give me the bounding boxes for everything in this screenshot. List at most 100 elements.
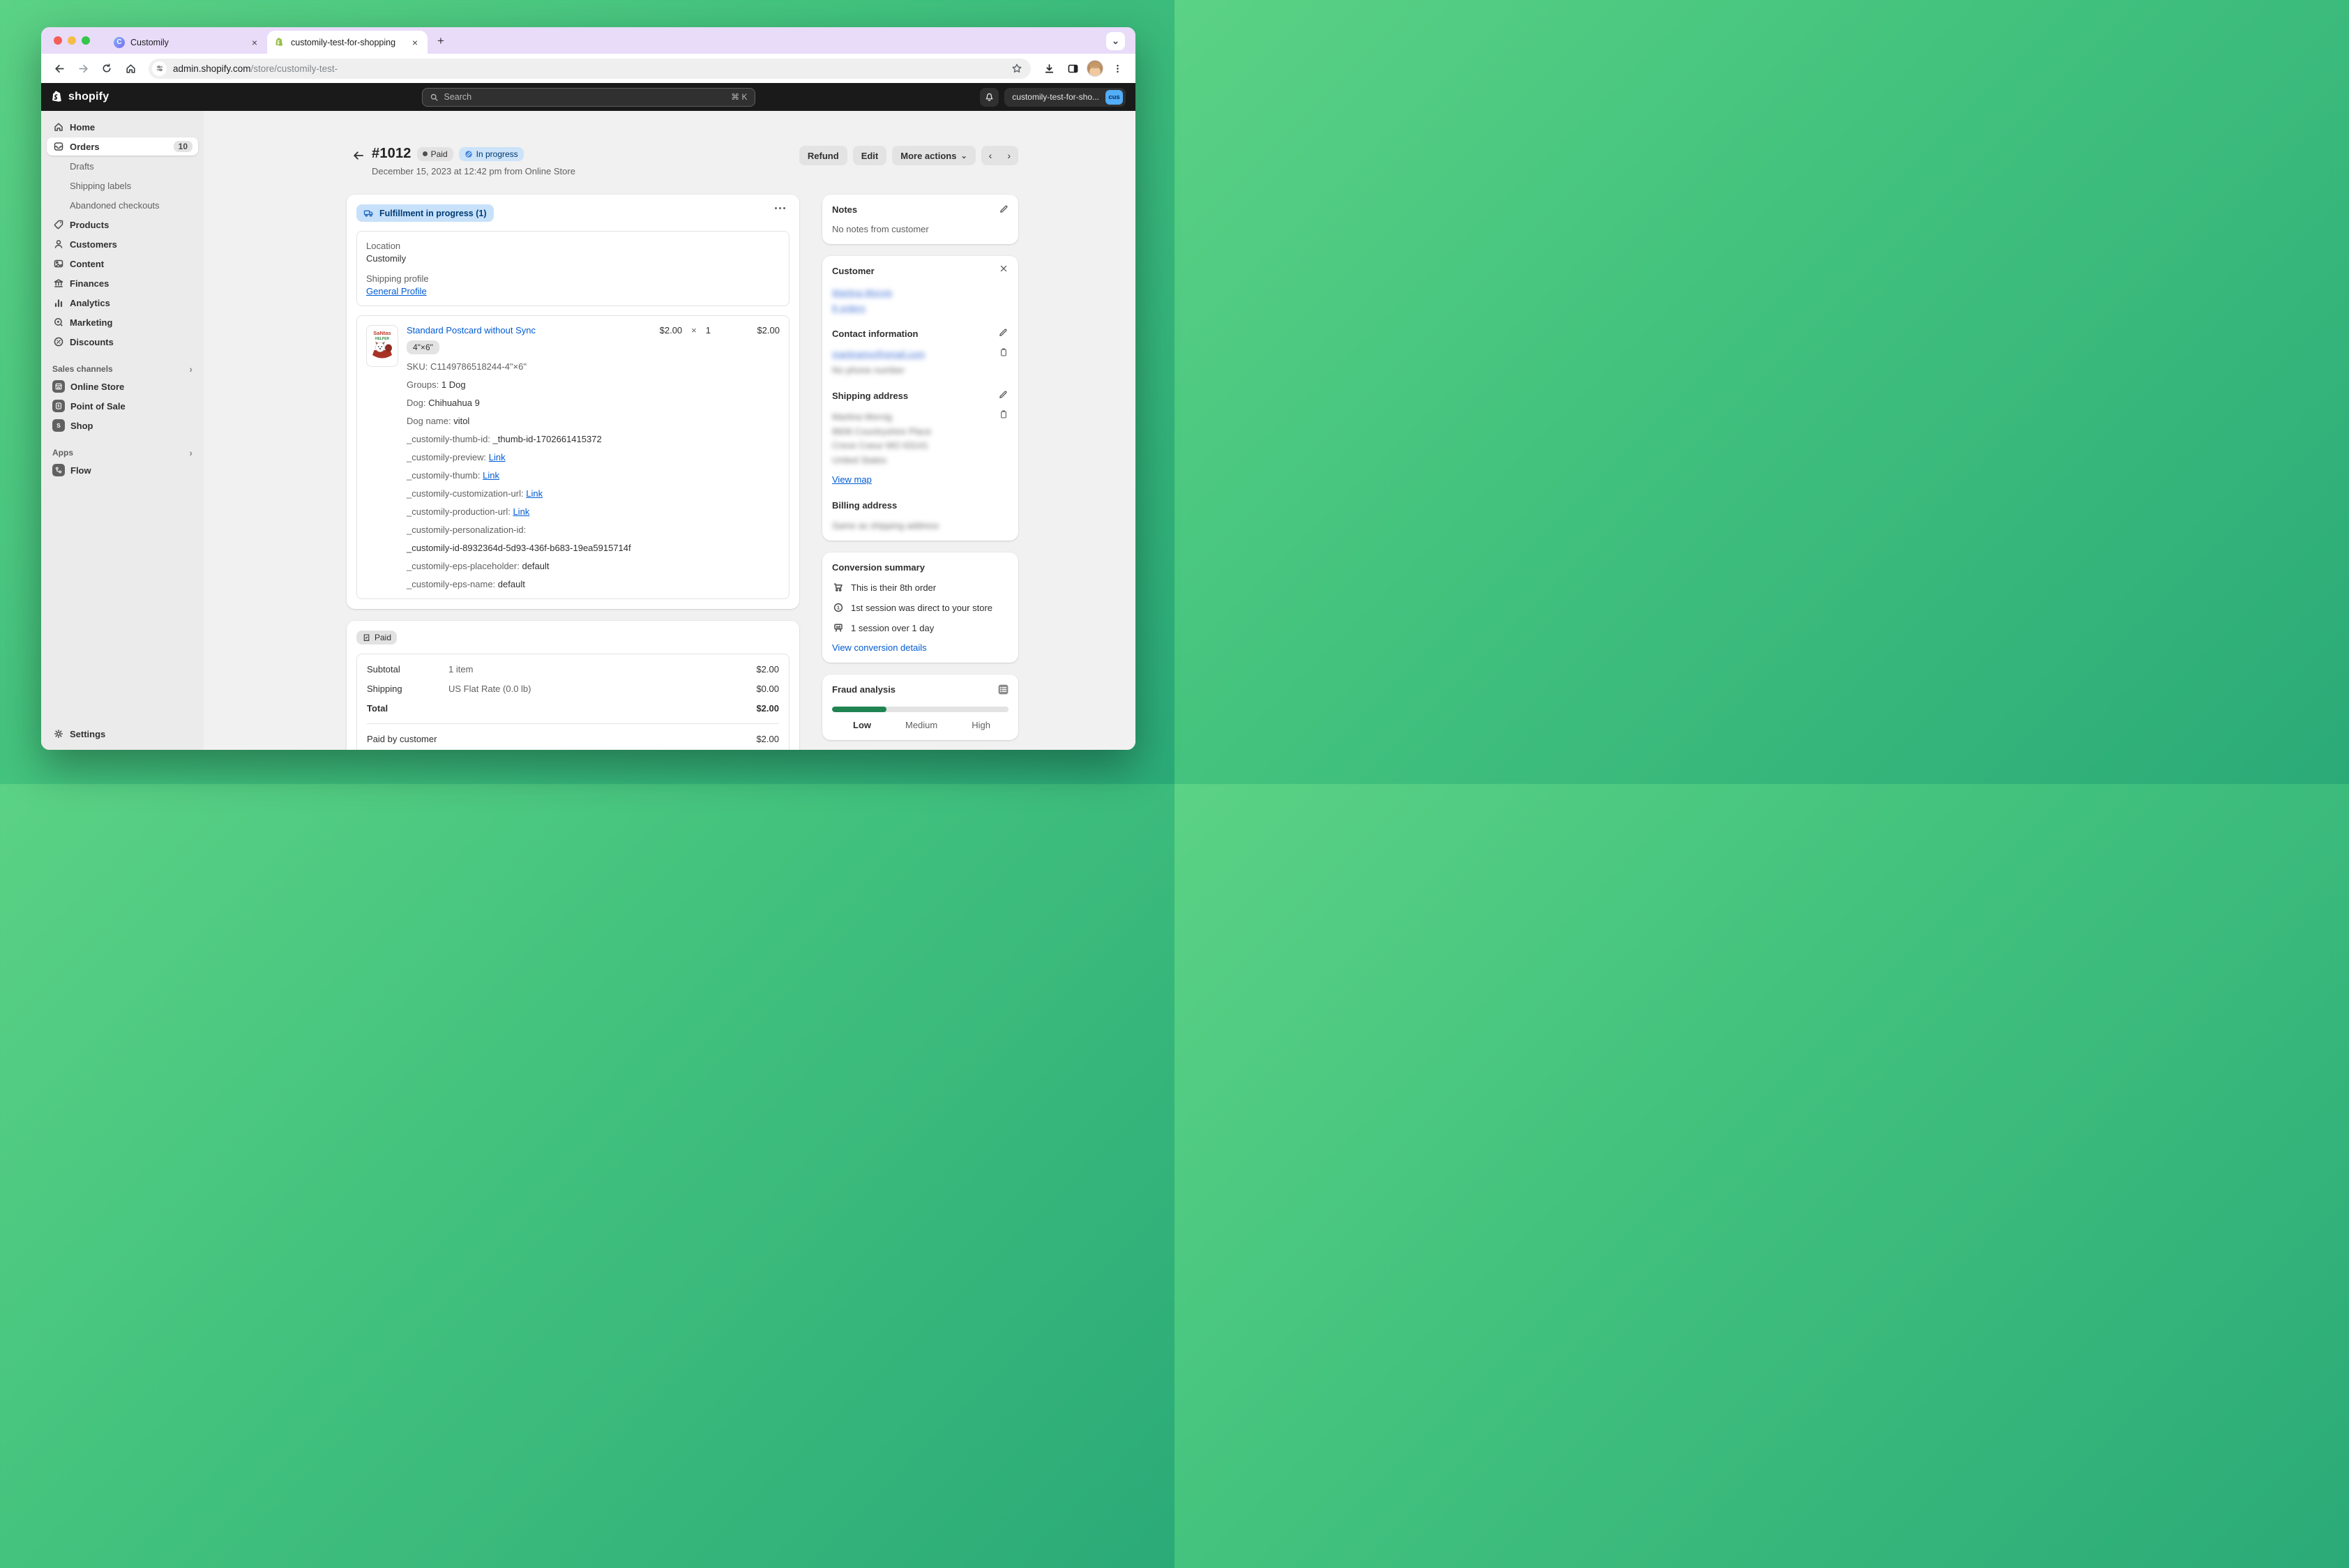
sidebar-item-drafts[interactable]: Drafts xyxy=(47,157,198,175)
view-conversion-details-link[interactable]: View conversion details xyxy=(832,642,927,653)
edit-button[interactable]: Edit xyxy=(853,146,887,165)
notifications-bell-icon[interactable] xyxy=(980,88,999,107)
edit-shipping-pencil-icon[interactable] xyxy=(998,389,1009,400)
sidebar-item-products[interactable]: Products xyxy=(47,216,198,234)
property-value: 1 Dog xyxy=(441,379,466,390)
fulfillment-card: Fulfillment in progress (1) Location Cus… xyxy=(347,195,799,609)
online-store-icon xyxy=(52,380,65,393)
side-panel-icon[interactable] xyxy=(1063,59,1082,78)
sidebar-item-content[interactable]: Content xyxy=(47,255,198,273)
line-item-property: Groups: 1 Dog xyxy=(407,379,780,390)
window-minimize-button[interactable] xyxy=(68,36,76,45)
site-settings-icon[interactable] xyxy=(152,61,167,76)
customer-email-link-blurred[interactable]: martinamv@gmail.com xyxy=(832,349,925,359)
reload-icon[interactable] xyxy=(97,59,116,78)
sidebar-item-label: Flow xyxy=(70,465,91,476)
store-avatar: cus xyxy=(1105,90,1123,105)
refund-button[interactable]: Refund xyxy=(799,146,847,165)
receipt-icon xyxy=(362,633,371,642)
edit-notes-pencil-icon[interactable] xyxy=(999,204,1009,214)
apps-header[interactable]: Apps › xyxy=(47,446,198,460)
previous-order-button[interactable]: ‹ xyxy=(981,150,1000,161)
contact-info-section: Contact information martinamv@gmail.com … xyxy=(832,329,1009,375)
pos-icon xyxy=(52,400,65,412)
url-bar[interactable]: admin.shopify.com/store/customily-test- xyxy=(149,59,1031,79)
store-menu-button[interactable]: customily-test-for-sho... cus xyxy=(1004,88,1126,107)
sidebar-item-settings[interactable]: Settings xyxy=(47,725,198,743)
chevron-right-icon: › xyxy=(189,363,192,375)
sidebar-item-discounts[interactable]: Discounts xyxy=(47,333,198,351)
view-map-link[interactable]: View map xyxy=(832,474,872,485)
window-close-button[interactable] xyxy=(54,36,62,45)
shopify-topbar: shopify Search ⌘ K customily-test-for-sh… xyxy=(41,83,1135,111)
property-link[interactable]: Link xyxy=(483,470,499,481)
product-title-link[interactable]: Standard Postcard without Sync xyxy=(407,325,536,336)
sidebar-item-label: Content xyxy=(70,259,104,269)
notes-card: Notes No notes from customer xyxy=(822,195,1018,244)
general-profile-link[interactable]: General Profile xyxy=(366,286,427,296)
window-zoom-button[interactable] xyxy=(82,36,90,45)
back-arrow-icon[interactable] xyxy=(349,146,368,165)
sidebar-item-orders[interactable]: Orders10 xyxy=(47,137,198,156)
edit-contact-pencil-icon[interactable] xyxy=(998,327,1009,338)
sidebar-item-home[interactable]: Home xyxy=(47,118,198,136)
conversion-item-text: This is their 8th order xyxy=(851,582,936,593)
sidebar-item-flow[interactable]: Flow xyxy=(47,461,198,479)
fraud-label-medium: Medium xyxy=(905,720,937,730)
card-overflow-menu-icon[interactable] xyxy=(772,204,788,212)
sidebar-item-point-of-sale[interactable]: Point of Sale xyxy=(47,397,198,415)
admin-search-input[interactable]: Search ⌘ K xyxy=(422,88,755,107)
tab-close-icon[interactable]: × xyxy=(409,37,421,48)
copy-email-clipboard-icon[interactable] xyxy=(999,347,1009,357)
fulfillment-location-box: Location Customily Shipping profile Gene… xyxy=(356,231,790,306)
next-order-button[interactable]: › xyxy=(999,150,1018,161)
home-icon[interactable] xyxy=(121,59,140,78)
browser-tab[interactable]: customily-test-for-shopping× xyxy=(267,31,428,54)
line-item-property: _customily-production-url: Link xyxy=(407,506,780,517)
remove-customer-close-icon[interactable] xyxy=(999,264,1009,273)
shopify-logo[interactable]: shopify xyxy=(51,90,109,105)
variant-badge: 4"×6" xyxy=(407,340,439,354)
bookmark-star-icon[interactable] xyxy=(1011,63,1022,74)
browser-menu-kebab-icon[interactable] xyxy=(1108,59,1127,78)
product-thumbnail[interactable]: SaNtas HELPER xyxy=(366,325,398,367)
back-icon[interactable] xyxy=(50,59,69,78)
fraud-list-icon[interactable] xyxy=(997,684,1009,695)
new-tab-button[interactable]: + xyxy=(432,32,450,50)
sidebar-item-label: Drafts xyxy=(70,161,94,172)
sidebar-item-shipping-labels[interactable]: Shipping labels xyxy=(47,176,198,195)
paid-dot-icon xyxy=(423,151,428,156)
property-label: _customily-preview: xyxy=(407,452,489,462)
tab-close-icon[interactable]: × xyxy=(249,37,260,48)
sales-channels-header[interactable]: Sales channels › xyxy=(47,362,198,376)
conversion-summary-card: Conversion summary This is their 8th ord… xyxy=(822,552,1018,663)
customer-orders-link-blurred[interactable]: 8 orders xyxy=(832,303,866,313)
sidebar-item-customers[interactable]: Customers xyxy=(47,235,198,253)
window-controls xyxy=(54,36,90,45)
sidebar-item-marketing[interactable]: Marketing xyxy=(47,313,198,331)
order-header: #1012 Paid In progress December 15, 2023… xyxy=(347,146,1018,176)
tab-search-chevron-button[interactable]: ⌄ xyxy=(1106,32,1125,50)
property-link[interactable]: Link xyxy=(526,488,543,499)
sidebar-item-analytics[interactable]: Analytics xyxy=(47,294,198,312)
browser-tab[interactable]: CCustomily× xyxy=(107,31,267,54)
more-actions-button[interactable]: More actions⌄ xyxy=(892,146,975,165)
property-value: _customily-id-8932364d-5d93-436f-b683-19… xyxy=(407,543,631,553)
sidebar-item-online-store[interactable]: Online Store xyxy=(47,377,198,395)
customer-name-link-blurred[interactable]: Martina Morvig xyxy=(832,287,892,298)
forward-icon[interactable] xyxy=(73,59,93,78)
sidebar-item-abandoned-checkouts[interactable]: Abandoned checkouts xyxy=(47,196,198,214)
payment-row-label: Subtotal xyxy=(367,664,448,674)
property-link[interactable]: Link xyxy=(513,506,529,517)
sidebar-item-shop[interactable]: SShop xyxy=(47,416,198,435)
property-label: _customily-eps-name: xyxy=(407,579,498,589)
shopify-favicon xyxy=(274,37,285,48)
payment-status-badge: Paid xyxy=(417,147,453,161)
browser-profile-avatar[interactable] xyxy=(1087,60,1103,77)
conversion-item: 11st session was direct to your store xyxy=(832,602,1009,613)
line-item-property: _customily-eps-name: default xyxy=(407,579,780,589)
download-icon[interactable] xyxy=(1039,59,1059,78)
line-total: $2.00 xyxy=(749,325,780,336)
property-link[interactable]: Link xyxy=(489,452,506,462)
sidebar-item-finances[interactable]: Finances xyxy=(47,274,198,292)
